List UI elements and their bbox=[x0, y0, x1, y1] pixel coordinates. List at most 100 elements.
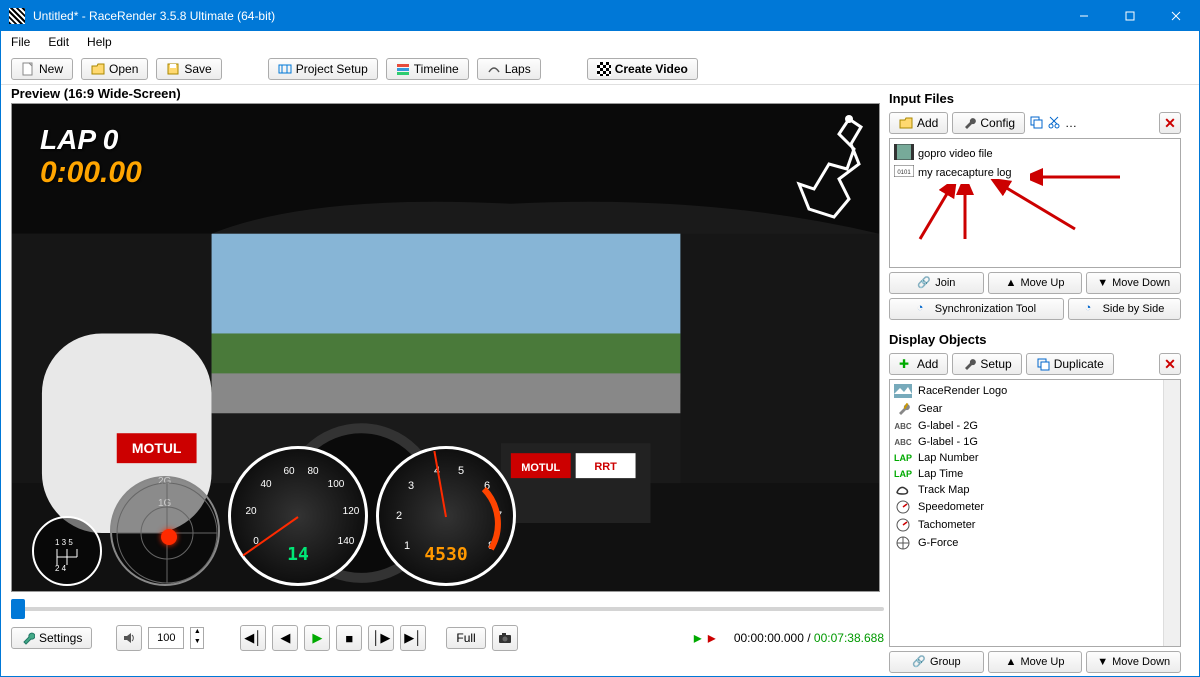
svg-text:2: 2 bbox=[396, 510, 402, 522]
menu-help[interactable]: Help bbox=[87, 35, 112, 49]
movedown-object-button[interactable]: ▼ Move Down bbox=[1086, 651, 1181, 673]
input-files-list[interactable]: gopro video file 0101 my racecapture log bbox=[889, 138, 1181, 268]
duplicate-object-button[interactable]: Duplicate bbox=[1026, 353, 1114, 375]
svg-text:5: 5 bbox=[458, 465, 464, 477]
file-item[interactable]: gopro video file bbox=[894, 143, 1176, 164]
more-file-button[interactable]: … bbox=[1065, 116, 1077, 130]
copy-icon bbox=[1036, 357, 1050, 371]
video-file-icon bbox=[894, 144, 914, 163]
flag-red-icon[interactable]: ▸ bbox=[708, 628, 716, 648]
object-type-icon: LAP bbox=[894, 469, 912, 479]
add-file-button[interactable]: Add bbox=[889, 112, 948, 134]
group-button[interactable]: 🔗Group bbox=[889, 651, 984, 673]
volume-stepper[interactable]: ▲▼ bbox=[190, 627, 204, 649]
preview-label: Preview (16:9 Wide-Screen) bbox=[11, 85, 884, 103]
track-map-overlay bbox=[779, 109, 869, 224]
clock-icon: ◔ bbox=[917, 302, 931, 316]
flag-icon bbox=[597, 62, 611, 76]
gauges-overlay: 1 3 52 4 2G 1G 020406080100120140 14 bbox=[32, 446, 516, 586]
object-type-icon: ABC bbox=[894, 438, 912, 447]
scrollbar[interactable] bbox=[1163, 380, 1180, 646]
gear-indicator: 1 3 52 4 bbox=[32, 516, 102, 586]
delete-file-button[interactable]: ✕ bbox=[1159, 112, 1181, 134]
play-button[interactable]: ▶ bbox=[304, 625, 330, 651]
object-label: RaceRender Logo bbox=[918, 385, 1007, 397]
create-video-button[interactable]: Create Video bbox=[587, 58, 698, 80]
titlebar: Untitled* - RaceRender 3.5.8 Ultimate (6… bbox=[1, 1, 1199, 31]
add-object-button[interactable]: ✚Add bbox=[889, 353, 948, 375]
object-type-icon: ABC bbox=[894, 422, 912, 431]
object-item[interactable]: LAPLap Number bbox=[892, 450, 1161, 466]
object-item[interactable]: LAPLap Time bbox=[892, 466, 1161, 482]
open-icon bbox=[91, 62, 105, 76]
skip-start-button[interactable]: ◀│ bbox=[240, 625, 266, 651]
display-objects-list[interactable]: RaceRender Logo Gear ABC G-label - 2G ABC G-l… bbox=[890, 380, 1163, 646]
object-item[interactable]: G-Force bbox=[892, 534, 1161, 552]
setup-object-button[interactable]: Setup bbox=[952, 353, 1021, 375]
data-file-icon: 0101 bbox=[894, 165, 914, 180]
object-label: G-Force bbox=[918, 537, 958, 549]
forward-button[interactable]: ▶│ bbox=[400, 625, 426, 651]
svg-text:100: 100 bbox=[328, 479, 345, 490]
sync-tool-button[interactable]: ◔Synchronization Tool bbox=[889, 298, 1064, 320]
laps-button[interactable]: Laps bbox=[477, 58, 541, 80]
wrench-icon bbox=[962, 116, 976, 130]
cut-file-button[interactable] bbox=[1047, 115, 1061, 132]
preview-video[interactable]: MOTUL MOTUL RRT LAP 0 0:00.00 1 3 52 4 2… bbox=[11, 103, 880, 592]
close-button[interactable] bbox=[1153, 1, 1199, 31]
object-label: G-label - 1G bbox=[918, 436, 978, 448]
new-button[interactable]: New bbox=[11, 58, 73, 80]
object-item[interactable]: Speedometer bbox=[892, 498, 1161, 516]
wrench-icon bbox=[21, 631, 35, 645]
menu-file[interactable]: File bbox=[11, 35, 30, 49]
flag-green-icon[interactable]: ▸ bbox=[694, 628, 702, 648]
display-objects-title: Display Objects bbox=[889, 330, 1181, 349]
volume-button[interactable] bbox=[116, 625, 142, 651]
file-item[interactable]: 0101 my racecapture log bbox=[894, 164, 1176, 181]
laps-icon bbox=[487, 62, 501, 76]
full-button[interactable]: Full bbox=[446, 627, 485, 649]
object-item[interactable]: Gear bbox=[892, 400, 1161, 418]
project-setup-button[interactable]: Project Setup bbox=[268, 58, 378, 80]
movedown-file-button[interactable]: ▼ Move Down bbox=[1086, 272, 1181, 294]
app-icon bbox=[9, 8, 25, 24]
maximize-button[interactable] bbox=[1107, 1, 1153, 31]
object-type-icon bbox=[894, 518, 912, 532]
object-item[interactable]: Track Map bbox=[892, 482, 1161, 498]
save-button[interactable]: Save bbox=[156, 58, 221, 80]
delete-object-button[interactable]: ✕ bbox=[1159, 353, 1181, 375]
slider-thumb[interactable] bbox=[11, 599, 25, 619]
time-display: 00:00:00.000 / 00:07:38.688 bbox=[734, 631, 884, 645]
menu-edit[interactable]: Edit bbox=[48, 35, 69, 49]
moveup-object-button[interactable]: ▲ Move Up bbox=[988, 651, 1083, 673]
open-button[interactable]: Open bbox=[81, 58, 148, 80]
volume-input[interactable] bbox=[148, 627, 184, 649]
copy-file-button[interactable] bbox=[1029, 115, 1043, 132]
svg-text:3: 3 bbox=[408, 480, 414, 492]
minimize-button[interactable] bbox=[1061, 1, 1107, 31]
object-item[interactable]: RaceRender Logo bbox=[892, 382, 1161, 400]
svg-text:80: 80 bbox=[307, 466, 319, 477]
svg-text:120: 120 bbox=[343, 506, 360, 517]
object-item[interactable]: ABC G-label - 2G bbox=[892, 418, 1161, 434]
snapshot-button[interactable] bbox=[492, 625, 518, 651]
step-frame-button[interactable]: │▶ bbox=[368, 625, 394, 651]
object-item[interactable]: Tachometer bbox=[892, 516, 1161, 534]
config-file-button[interactable]: Config bbox=[952, 112, 1025, 134]
tachometer-gauge: 12345678 4530 bbox=[376, 446, 516, 586]
gforce-gauge: 2G 1G bbox=[110, 476, 220, 586]
svg-text:20: 20 bbox=[245, 506, 257, 517]
sidebyside-button[interactable]: ◔Side by Side bbox=[1068, 298, 1181, 320]
timeline-slider[interactable] bbox=[11, 600, 884, 618]
timeline-button[interactable]: Timeline bbox=[386, 58, 469, 80]
stop-button[interactable]: ■ bbox=[336, 625, 362, 651]
rewind-button[interactable]: ◀ bbox=[272, 625, 298, 651]
object-label: G-label - 2G bbox=[918, 420, 978, 432]
moveup-file-button[interactable]: ▲ Move Up bbox=[988, 272, 1083, 294]
settings-button[interactable]: Settings bbox=[11, 627, 92, 649]
join-button[interactable]: 🔗Join bbox=[889, 272, 984, 294]
object-type-icon bbox=[894, 500, 912, 514]
object-item[interactable]: ABC G-label - 1G bbox=[892, 434, 1161, 450]
svg-text:2 4: 2 4 bbox=[55, 564, 67, 571]
object-type-icon bbox=[894, 484, 912, 496]
